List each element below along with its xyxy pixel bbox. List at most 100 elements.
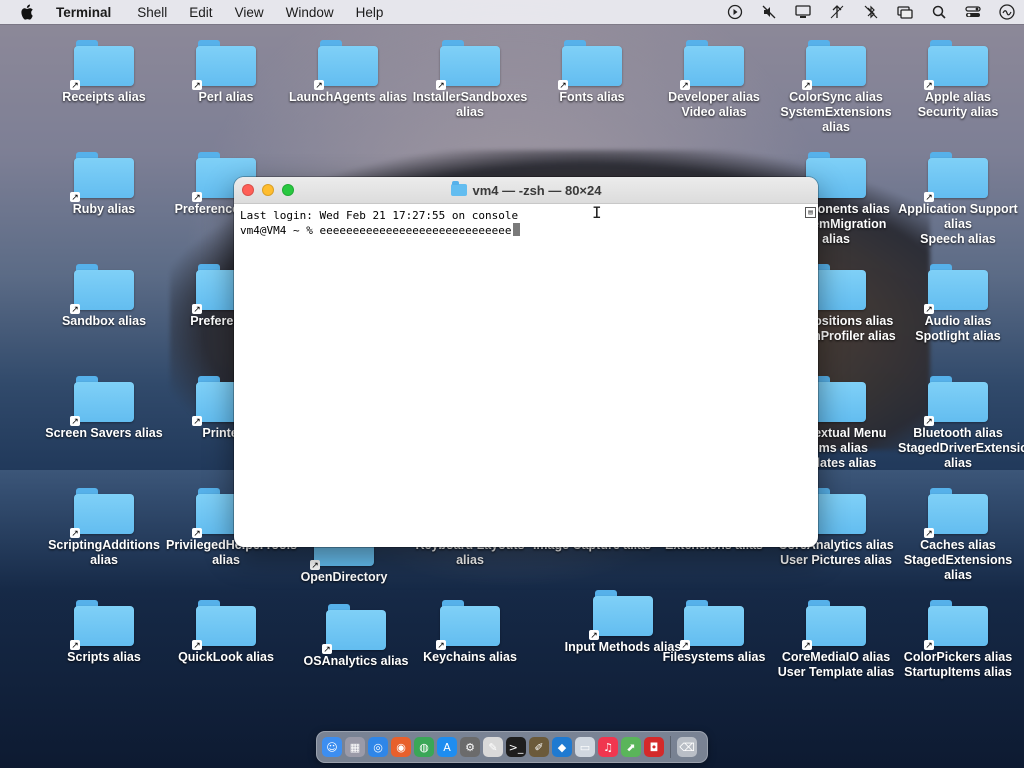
desktop-icon-label: Application Support alias Speech alias bbox=[898, 202, 1018, 246]
alias-arrow-icon: ↗ bbox=[436, 640, 446, 650]
launchpad-icon[interactable]: ▦ bbox=[345, 737, 365, 757]
alias-arrow-icon: ↗ bbox=[802, 640, 812, 650]
folder-icon: ↗ bbox=[924, 488, 988, 538]
script-editor-icon[interactable]: ✐ bbox=[529, 737, 549, 757]
terminal-content[interactable]: Last login: Wed Feb 21 17:27:55 on conso… bbox=[234, 204, 818, 547]
desktop-icon-label: ColorPickers alias StartupItems alias bbox=[903, 650, 1013, 679]
network-icon[interactable] bbox=[828, 3, 846, 21]
desktop-folder-alias[interactable]: ↗ Scripts alias bbox=[44, 600, 164, 665]
folder-icon: ↗ bbox=[924, 40, 988, 90]
desktop-folder-alias[interactable]: ↗ Filesystems alias bbox=[654, 600, 774, 665]
preview-icon[interactable]: ▭ bbox=[575, 737, 595, 757]
maps-icon[interactable]: ⬈ bbox=[621, 737, 641, 757]
folder-icon: ↗ bbox=[70, 488, 134, 538]
app-store-icon[interactable]: A bbox=[437, 737, 457, 757]
play-circle-icon[interactable] bbox=[726, 3, 744, 21]
search-icon[interactable] bbox=[930, 3, 948, 21]
desktop-folder-alias[interactable]: ↗Bluetooth alias StagedDriverExtensions … bbox=[898, 376, 1024, 471]
desktop-folder-alias[interactable]: ↗ OSAnalytics alias bbox=[296, 604, 416, 669]
apple-menu-icon[interactable] bbox=[16, 3, 38, 21]
desktop-icon-label: Caches alias StagedExtensions alias bbox=[903, 538, 1013, 582]
alias-arrow-icon: ↗ bbox=[322, 644, 332, 654]
desktop-icon-label: Perl alias bbox=[198, 90, 254, 104]
prompt-line[interactable]: vm4@VM4 ~ % eeeeeeeeeeeeeeeeeeeeeeeeeeee… bbox=[240, 223, 520, 237]
control-center-icon[interactable] bbox=[964, 3, 982, 21]
desktop-folder-alias[interactable]: ↗ CoreMediaIO alias User Template alias bbox=[776, 600, 896, 680]
trash-icon[interactable]: ⌫ bbox=[677, 737, 697, 757]
siri-icon[interactable] bbox=[998, 3, 1016, 21]
photo-booth-icon[interactable]: ◘ bbox=[644, 737, 664, 757]
menu-app-terminal[interactable]: Terminal bbox=[56, 5, 111, 20]
desktop-folder-alias[interactable]: ↗ Sandbox alias bbox=[44, 264, 164, 329]
bluetooth-off-icon[interactable] bbox=[862, 3, 880, 21]
folder-icon: ↗ bbox=[802, 40, 866, 90]
minimize-button[interactable] bbox=[262, 184, 274, 196]
folder-icon: ↗ bbox=[924, 152, 988, 202]
desktop-folder-alias[interactable]: ↗ Caches alias StagedExtensions alias bbox=[898, 488, 1018, 583]
desktop-folder-alias[interactable]: ↗ Developer alias Video alias bbox=[654, 40, 774, 120]
desktop-folder-alias[interactable]: ↗ InstallerSandboxes alias bbox=[410, 40, 530, 120]
menu-shell[interactable]: Shell bbox=[137, 5, 167, 20]
menu-edit[interactable]: Edit bbox=[189, 5, 212, 20]
desktop-folder-alias[interactable]: ↗ Fonts alias bbox=[532, 40, 652, 105]
desktop-folder-alias[interactable]: ↗ Ruby alias bbox=[44, 152, 164, 217]
desktop-folder-alias[interactable]: ↗ ColorPickers alias StartupItems alias bbox=[898, 600, 1018, 680]
screen-mirror-icon[interactable] bbox=[896, 3, 914, 21]
zoom-button[interactable] bbox=[282, 184, 294, 196]
finder-icon[interactable]: ☺ bbox=[322, 737, 342, 757]
desktop-folder-alias[interactable]: ↗ ScriptingAdditions alias bbox=[44, 488, 164, 568]
folder-icon: ↗ bbox=[70, 264, 134, 314]
desktop-icon-label: Developer alias Video alias bbox=[668, 90, 760, 119]
desktop-folder-alias[interactable]: ↗ QuickLook alias bbox=[166, 600, 286, 665]
menu-view[interactable]: View bbox=[235, 5, 264, 20]
folder-icon: ↗ bbox=[924, 264, 988, 314]
command-input[interactable]: eeeeeeeeeeeeeeeeeeeeeeeeeeeee bbox=[319, 224, 511, 237]
alias-arrow-icon: ↗ bbox=[436, 80, 446, 90]
alias-arrow-icon: ↗ bbox=[924, 640, 934, 650]
folder-icon: ↗ bbox=[70, 376, 134, 426]
folder-icon: ↗ bbox=[436, 40, 500, 90]
alias-arrow-icon: ↗ bbox=[680, 80, 690, 90]
desktop-icon-label: LaunchAgents alias bbox=[288, 90, 408, 104]
textedit-icon[interactable]: ✎ bbox=[483, 737, 503, 757]
split-pane-icon[interactable]: ▤ bbox=[805, 207, 816, 218]
desktop-folder-alias[interactable]: ↗ LaunchAgents alias bbox=[288, 40, 408, 105]
safari-icon[interactable]: ◎ bbox=[368, 737, 388, 757]
terminal-titlebar[interactable]: vm4 — -zsh — 80×24 bbox=[234, 177, 818, 204]
terminal-icon[interactable]: >_ bbox=[506, 737, 526, 757]
desktop-icon-label: ColorSync alias SystemExtensions alias bbox=[780, 90, 892, 134]
firefox-icon[interactable]: ◉ bbox=[391, 737, 411, 757]
alias-arrow-icon: ↗ bbox=[192, 640, 202, 650]
desktop-folder-alias[interactable]: ↗ Perl alias bbox=[166, 40, 286, 105]
desktop-icon-label: Bluetooth alias StagedDriverExtensions a… bbox=[898, 426, 1024, 470]
desktop-folder-alias[interactable]: ↗ Screen Savers alias bbox=[44, 376, 164, 441]
alias-arrow-icon: ↗ bbox=[192, 80, 202, 90]
system-settings-icon[interactable]: ⚙ bbox=[460, 737, 480, 757]
alias-arrow-icon: ↗ bbox=[70, 80, 80, 90]
terminal-window[interactable]: vm4 — -zsh — 80×24 Last login: Wed Feb 2… bbox=[234, 177, 818, 547]
desktop-icon-label: OpenDirectory bbox=[300, 570, 388, 584]
desktop-folder-alias[interactable]: ↗ Audio alias Spotlight alias bbox=[898, 264, 1018, 344]
desktop-folder-alias[interactable]: ↗ Application Support alias Speech alias bbox=[898, 152, 1018, 247]
desktop-folder-alias[interactable]: ↗ ColorSync alias SystemExtensions alias bbox=[776, 40, 896, 135]
menu-window[interactable]: Window bbox=[286, 5, 334, 20]
desktop-folder-alias[interactable]: ↗ Receipts alias bbox=[44, 40, 164, 105]
desktop-folder-alias[interactable]: ↗ Keychains alias bbox=[410, 600, 530, 665]
chrome-icon[interactable]: ◍ bbox=[414, 737, 434, 757]
alias-arrow-icon: ↗ bbox=[70, 528, 80, 538]
desktop-icon-label: Keychains alias bbox=[423, 650, 517, 664]
close-button[interactable] bbox=[242, 184, 254, 196]
vscode-icon[interactable]: ◆ bbox=[552, 737, 572, 757]
folder-icon: ↗ bbox=[70, 40, 134, 90]
alias-arrow-icon: ↗ bbox=[192, 192, 202, 202]
desktop-folder-alias[interactable]: ↗ Apple alias Security alias bbox=[898, 40, 1018, 120]
alias-arrow-icon: ↗ bbox=[924, 192, 934, 202]
alias-arrow-icon: ↗ bbox=[924, 528, 934, 538]
desktop-icon-label: Ruby alias bbox=[72, 202, 136, 216]
menu-help[interactable]: Help bbox=[356, 5, 384, 20]
display-icon[interactable] bbox=[794, 3, 812, 21]
folder-icon: ↗ bbox=[192, 600, 256, 650]
music-icon[interactable]: ♫ bbox=[598, 737, 618, 757]
mute-icon[interactable] bbox=[760, 3, 778, 21]
alias-arrow-icon: ↗ bbox=[70, 416, 80, 426]
